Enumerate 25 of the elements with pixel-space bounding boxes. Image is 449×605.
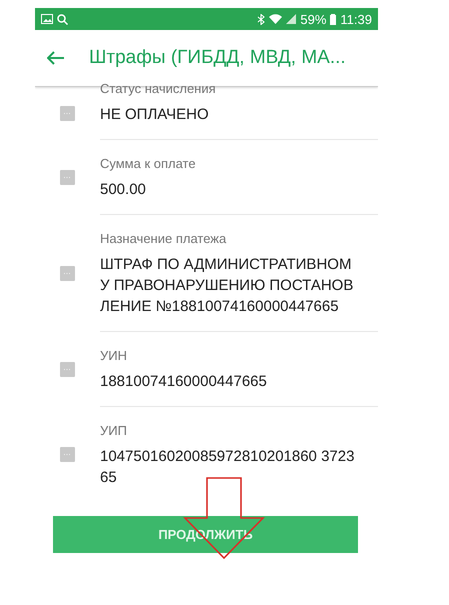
bluetooth-icon <box>257 14 266 24</box>
field-label: УИН <box>100 348 128 363</box>
field-label: Статус начисления <box>100 81 217 96</box>
clock: 11:39 <box>340 12 372 26</box>
field-icon <box>60 362 75 377</box>
field-label: УИП <box>100 423 128 438</box>
field-icon <box>60 106 75 121</box>
field-value: 18810074160000447665 <box>100 372 268 392</box>
field-value: 10475016020085972810201860 372365 <box>100 447 356 488</box>
field-value: 500.00 <box>100 180 147 200</box>
search-icon <box>57 14 68 24</box>
image-icon <box>41 14 53 24</box>
battery-icon <box>330 14 336 24</box>
field-value: ШТРАФ ПО АДМИНИСТРАТИВНОМУ ПРАВОНАРУШЕНИЮ ПОСТАНОВЛЕНИЕ №18810074160000447665 <box>100 255 354 317</box>
field-icon <box>60 170 75 185</box>
back-button[interactable] <box>47 51 65 65</box>
field-label: Назначение платежа <box>100 231 228 246</box>
field-icon <box>60 266 75 281</box>
signal-icon <box>286 14 296 24</box>
field-icon <box>60 447 75 462</box>
field-value: НЕ ОПЛАЧЕНО <box>100 105 210 125</box>
screen-title: Штрафы (ГИБДД, МВД, МА... <box>89 47 346 69</box>
field-label: Сумма к оплате <box>100 156 197 171</box>
battery-level: 59% <box>300 12 326 26</box>
wifi-icon <box>269 14 282 24</box>
